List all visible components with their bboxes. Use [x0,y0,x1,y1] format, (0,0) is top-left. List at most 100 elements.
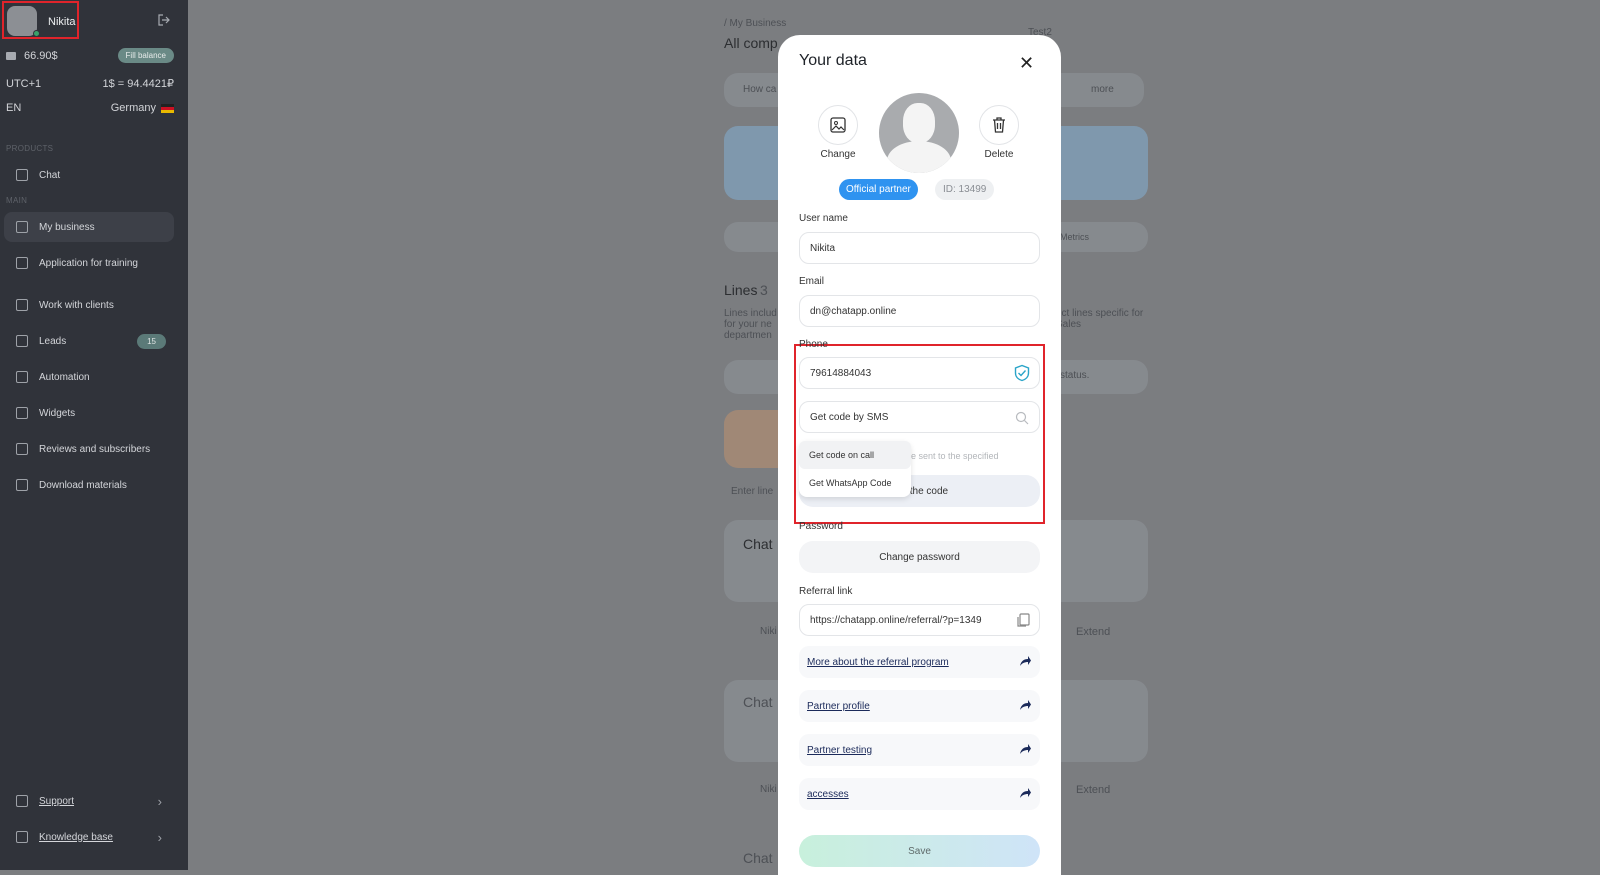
share-arrow-icon [1020,788,1031,798]
book-icon [16,831,28,843]
official-partner-badge: Official partner [839,179,918,200]
extend-button: Extend [1076,784,1111,796]
sidebar-item-clients[interactable]: Work with clients [4,290,174,320]
sidebar-item-training[interactable]: Application for training [4,248,174,278]
change-password-button[interactable]: Change password [799,541,1040,573]
sidebar-item-label: Leads [39,335,67,347]
password-label: Password [799,521,843,532]
balance-value: 66.90$ [24,49,58,62]
phone-value: 79614884043 [810,367,872,379]
modal-title: Your data [799,52,867,69]
username-label: User name [799,213,848,224]
sidebar: Nikita 66.90$ Fill balance UTC+1 1$ = 94… [0,0,188,870]
sidebar-item-label: My business [39,221,95,233]
copy-icon[interactable] [1015,612,1031,628]
country-label: Germany [110,102,156,114]
lines-description-right: ect lines specific for Sales [1056,308,1144,330]
code-method-dropdown: Get code on call Get WhatsApp Code [799,441,911,497]
option-code-on-call[interactable]: Get code on call [799,441,911,469]
sidebar-item-knowledge-base[interactable]: Knowledge base › [4,822,174,852]
automation-icon [16,371,28,383]
sidebar-item-label: Support [39,795,75,807]
referral-link-value: https://chatapp.online/referral/?p=1349 [810,614,982,626]
share-arrow-icon [1020,656,1031,666]
your-data-modal: Your data ✕ Change Delete Official partn… [778,35,1061,875]
change-photo-button[interactable] [818,105,858,145]
trash-icon [993,117,1005,133]
link-label: accesses [807,788,849,800]
email-field[interactable]: dn@chatapp.online [799,295,1040,327]
section-products: PRODUCTS [6,144,54,153]
sidebar-item-label: Widgets [39,407,76,419]
logout-icon[interactable] [158,14,170,26]
code-method-select[interactable]: Get code by SMS [799,401,1040,433]
online-status-dot [33,30,40,37]
referral-link-field[interactable]: https://chatapp.online/referral/?p=1349 [799,604,1040,636]
sidebar-item-leads[interactable]: Leads 15 [4,326,174,356]
line-card-title: Chat [743,850,773,866]
username-field[interactable]: Nikita [799,232,1040,264]
user-name: Nikita [48,16,76,28]
referral-label: Referral link [799,586,853,597]
user-profile-button[interactable]: Nikita [2,1,79,39]
reviews-icon [16,443,28,455]
close-icon[interactable]: ✕ [1019,53,1034,74]
country-selector[interactable]: Germany [111,102,174,114]
user-id-badge: ID: 13499 [935,179,995,200]
sidebar-item-label: Application for training [39,257,138,269]
option-whatsapp-code[interactable]: Get WhatsApp Code [799,469,911,497]
partner-profile-link[interactable]: Partner profile [799,690,1040,722]
clients-icon [16,299,28,311]
line-user: Niki [760,626,777,637]
banner-more-link: more [1091,84,1114,95]
leads-icon [16,335,28,347]
status-text: status. [1060,370,1090,381]
share-arrow-icon [1020,700,1031,710]
leads-count-badge: 15 [137,333,166,349]
delete-photo-button[interactable] [979,105,1019,145]
business-icon [16,221,28,233]
page-title: All comp [724,35,778,51]
lines-count: 3 [760,282,768,298]
sidebar-item-label: Knowledge base [39,831,113,843]
chevron-right-icon: › [157,793,162,809]
support-icon [16,795,28,807]
phone-field[interactable]: 79614884043 [799,357,1040,389]
sidebar-item-chat[interactable]: Chat [4,160,174,190]
save-button[interactable]: Save [799,835,1040,867]
timezone-row: UTC+1 1$ = 94.4421₽ [6,77,174,91]
breadcrumb: / My Business [724,18,787,29]
sidebar-item-downloads[interactable]: Download materials [4,470,174,500]
sidebar-item-label: Work with clients [39,299,114,311]
verified-shield-icon [1014,364,1030,382]
referral-program-link[interactable]: More about the referral program [799,646,1040,678]
fill-balance-button[interactable]: Fill balance [117,48,174,63]
sidebar-item-reviews[interactable]: Reviews and subscribers [4,434,174,464]
sidebar-item-widgets[interactable]: Widgets [4,398,174,428]
balance-row: 66.90$ Fill balance [6,48,174,63]
sidebar-item-label: Chat [39,169,61,181]
accesses-link[interactable]: accesses [799,778,1040,810]
widgets-icon [16,407,28,419]
tab-metrics: Metrics [1060,232,1089,242]
lines-description: Lines includ for your ne departmen [724,308,777,341]
code-method-value: Get code by SMS [810,411,889,423]
extend-button: Extend [1076,626,1111,638]
banner-text: How ca [743,84,777,95]
profile-avatar [879,93,959,173]
exchange-rate: 1$ = 94.4421₽ [102,78,174,90]
lines-title: Lines [724,282,758,298]
line-user: Niki [760,784,777,795]
language[interactable]: EN [6,102,21,114]
wallet-icon [6,51,16,60]
sidebar-item-automation[interactable]: Automation [4,362,174,392]
sidebar-item-label: Reviews and subscribers [39,443,151,455]
code-hint-text: be sent to the specified [906,451,999,461]
sidebar-item-my-business[interactable]: My business [4,212,174,242]
link-label: More about the referral program [807,656,949,668]
language-row: EN Germany [6,102,174,114]
timezone[interactable]: UTC+1 [6,78,41,90]
sidebar-item-support[interactable]: Support › [4,786,174,816]
partner-testing-link[interactable]: Partner testing [799,734,1040,766]
document-icon [16,479,28,491]
